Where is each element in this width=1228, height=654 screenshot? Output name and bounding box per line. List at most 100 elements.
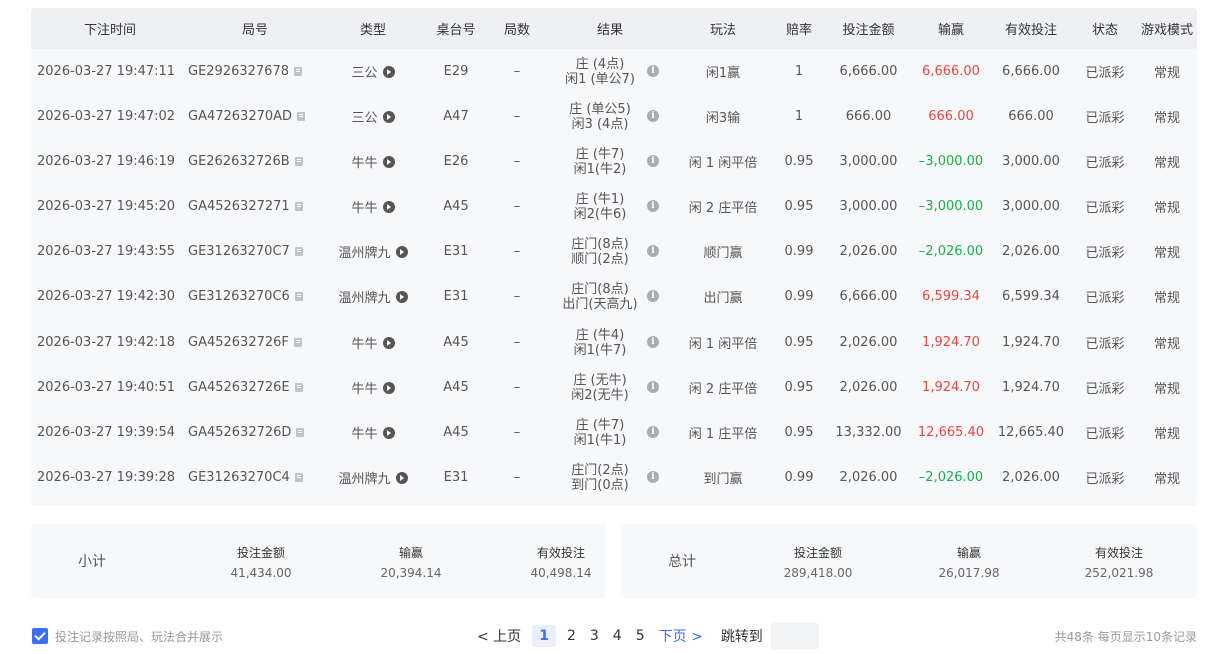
column-header: 游戏模式 bbox=[1140, 23, 1193, 38]
table-number: E31 bbox=[443, 289, 469, 304]
play-icon[interactable] bbox=[382, 110, 395, 123]
odds: 0.95 bbox=[784, 154, 814, 169]
merge-checkbox[interactable] bbox=[32, 628, 48, 644]
table-number: E26 bbox=[443, 154, 469, 169]
game-mode: 常规 bbox=[1153, 66, 1180, 81]
prev-page-button[interactable]: < 上页 bbox=[477, 626, 521, 646]
table-header: 下注时间 局号 类型 桌台号 局数 结果 玩法 赔率 投注金额 输赢 有效投注 状态 游戏模式 bbox=[31, 8, 1197, 49]
jump-to-label: 跳转到 bbox=[720, 629, 763, 645]
copy-icon[interactable] bbox=[293, 338, 302, 347]
bet-amount: 6,666.00 bbox=[839, 289, 898, 304]
bet-time: 2026-03-27 19:40:51 bbox=[37, 380, 176, 395]
bet-time: 2026-03-27 19:39:28 bbox=[37, 470, 176, 485]
round-id[interactable]: GA452632726F bbox=[188, 335, 289, 350]
play-icon[interactable] bbox=[395, 245, 408, 258]
play-icon[interactable] bbox=[382, 200, 395, 213]
subtotal-bet: 投注金额 41,434.00 bbox=[191, 544, 331, 580]
game-type-cell: 温州牌九 bbox=[328, 229, 418, 274]
odds: 0.95 bbox=[784, 335, 814, 350]
play-icon[interactable] bbox=[395, 290, 408, 303]
game-type-cell: 三公 bbox=[328, 94, 418, 139]
table-row: 2026-03-27 19:40:51 GA452632726E 牛牛 A45 – 庄 (… bbox=[31, 365, 1197, 410]
valid-bet: 6,666.00 bbox=[1002, 64, 1060, 79]
copy-icon[interactable] bbox=[296, 428, 305, 437]
next-page-button[interactable]: 下页 > bbox=[659, 626, 703, 646]
total-title: 总计 bbox=[668, 554, 696, 570]
game-type: 牛牛 bbox=[351, 337, 378, 352]
round-id[interactable]: GA452632726D bbox=[188, 425, 291, 440]
copy-icon[interactable] bbox=[297, 112, 306, 121]
bet-type: 闲1赢 bbox=[705, 66, 741, 81]
info-icon[interactable]: i bbox=[647, 155, 659, 167]
info-icon[interactable]: i bbox=[647, 245, 659, 257]
column-header: 投注金额 bbox=[842, 23, 895, 38]
copy-icon[interactable] bbox=[294, 247, 303, 256]
copy-icon[interactable] bbox=[294, 292, 303, 301]
bet-amount: 2,026.00 bbox=[839, 380, 898, 395]
page-numbers: 12345 bbox=[528, 625, 651, 647]
round-id-cell: GA4526327271 bbox=[188, 184, 322, 229]
bet-type: 闲 2 庄平倍 bbox=[688, 382, 758, 397]
odds: 0.99 bbox=[784, 244, 814, 259]
info-icon[interactable]: i bbox=[647, 426, 659, 438]
info-icon[interactable]: i bbox=[647, 471, 659, 483]
page-2-button[interactable]: 2 bbox=[567, 628, 576, 644]
round-id[interactable]: GA47263270AD bbox=[188, 109, 292, 124]
odds: 0.95 bbox=[784, 199, 814, 214]
copy-icon[interactable] bbox=[294, 67, 302, 76]
jump-page-input[interactable] bbox=[770, 623, 819, 649]
copy-icon[interactable] bbox=[294, 473, 303, 482]
info-icon[interactable]: i bbox=[647, 110, 659, 122]
copy-icon[interactable] bbox=[294, 383, 303, 392]
odds: 1 bbox=[794, 64, 804, 79]
merge-checkbox-label[interactable]: 投注记录按照局、玩法合并展示 bbox=[55, 628, 223, 645]
win-loss: 6,599.34 bbox=[922, 289, 980, 304]
game-type: 三公 bbox=[351, 111, 378, 126]
game-mode: 常规 bbox=[1153, 337, 1180, 352]
play-icon[interactable] bbox=[382, 65, 395, 78]
round-id[interactable]: GE31263270C4 bbox=[188, 470, 290, 485]
game-type-cell: 牛牛 bbox=[328, 184, 418, 229]
result-cell: 庄 (无牛) 闲2(无牛) bbox=[545, 365, 655, 410]
round-id[interactable]: GE31263270C7 bbox=[188, 244, 290, 259]
round-id[interactable]: GE31263270C6 bbox=[188, 289, 290, 304]
round-id[interactable]: GE2926327678 bbox=[188, 64, 289, 79]
round-count: – bbox=[513, 289, 521, 304]
page-1-button[interactable]: 1 bbox=[532, 625, 556, 647]
play-icon[interactable] bbox=[382, 426, 395, 439]
result-banker: 庄 (牛1) bbox=[575, 191, 625, 207]
table-number: A47 bbox=[443, 109, 469, 124]
page-3-button[interactable]: 3 bbox=[590, 628, 599, 644]
copy-icon[interactable] bbox=[294, 157, 303, 166]
info-icon[interactable]: i bbox=[647, 336, 659, 348]
round-id[interactable]: GE262632726B bbox=[188, 154, 290, 169]
result-player: 到门(0点) bbox=[571, 477, 629, 493]
column-header: 玩法 bbox=[709, 23, 736, 38]
result-banker: 庄 (单公5) bbox=[569, 101, 631, 117]
pagination: < 上页 12345 下页 > 跳转到 bbox=[470, 622, 819, 650]
total-bet: 投注金额 289,418.00 bbox=[748, 544, 888, 580]
table-number: E31 bbox=[443, 470, 469, 485]
page-4-button[interactable]: 4 bbox=[613, 628, 622, 644]
result-player: 闲3 (4点) bbox=[571, 116, 629, 132]
game-type-cell: 牛牛 bbox=[328, 139, 418, 184]
result-player: 闲2(牛6) bbox=[573, 206, 627, 222]
info-icon[interactable]: i bbox=[647, 290, 659, 302]
play-icon[interactable] bbox=[382, 381, 395, 394]
game-type: 牛牛 bbox=[351, 382, 378, 397]
round-id[interactable]: GA452632726E bbox=[188, 380, 290, 395]
game-type-cell: 牛牛 bbox=[328, 365, 418, 410]
column-header: 局号 bbox=[241, 23, 268, 38]
round-id[interactable]: GA4526327271 bbox=[188, 199, 290, 214]
total-panel: 总计 投注金额 289,418.00 输赢 26,017.98 有效投注 252… bbox=[622, 524, 1197, 598]
copy-icon[interactable] bbox=[294, 202, 303, 211]
win-loss: –3,000.00 bbox=[918, 154, 984, 169]
page-5-button[interactable]: 5 bbox=[636, 628, 645, 644]
play-icon[interactable] bbox=[382, 155, 395, 168]
play-icon[interactable] bbox=[395, 471, 408, 484]
bet-amount: 3,000.00 bbox=[839, 199, 898, 214]
play-icon[interactable] bbox=[382, 336, 395, 349]
info-icon[interactable]: i bbox=[647, 200, 659, 212]
info-icon[interactable]: i bbox=[647, 381, 659, 393]
info-icon[interactable]: i bbox=[647, 65, 659, 77]
